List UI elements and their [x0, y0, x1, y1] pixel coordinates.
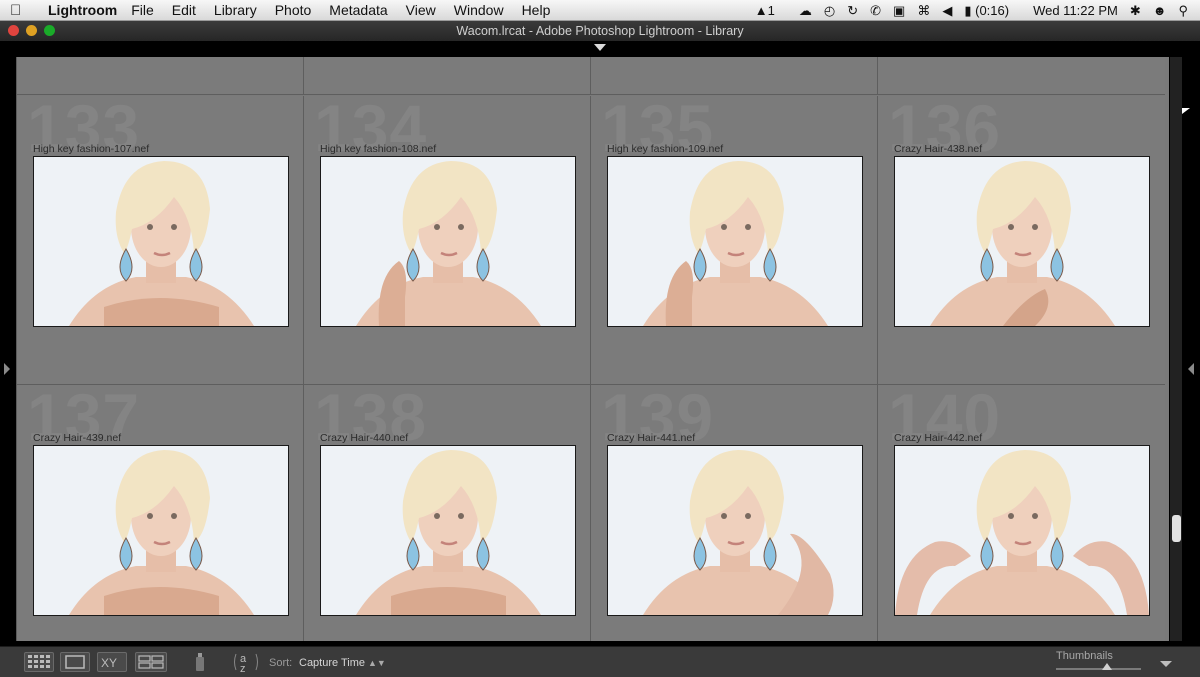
grid-cell[interactable]: 133 High key fashion-107.nef [17, 91, 304, 385]
menu-tray: ▲1 ☁ ◴ ↻ ✆ ▣ ⌘ ◀ ▮ (0:16) Wed 11:22 PM ✱… [755, 0, 1200, 21]
window-titlebar: Wacom.lrcat - Adobe Photoshop Lightroom … [0, 21, 1200, 41]
adobe-icon[interactable]: ▲1 [755, 3, 787, 18]
left-panel-toggle-icon[interactable] [4, 363, 10, 375]
menu-photo[interactable]: Photo [275, 2, 312, 18]
minimize-button[interactable] [26, 25, 37, 36]
grid-row: 133 High key fashion-107.nef 134 High key f… [17, 91, 1169, 385]
close-button[interactable] [8, 25, 19, 36]
cell-filename: Crazy Hair-441.nef [607, 432, 696, 444]
menu-window[interactable]: Window [454, 2, 504, 18]
photo-grid[interactable]: 133 High key fashion-107.nef 134 High key f… [16, 57, 1169, 641]
menu-library[interactable]: Library [214, 2, 257, 18]
spray-can-icon[interactable] [192, 651, 208, 676]
toolbar-menu-chevron-icon[interactable] [1160, 661, 1172, 667]
menu-bar:  Lightroom File Edit Library Photo Meta… [0, 0, 1200, 21]
mouse-cursor-icon [1182, 108, 1190, 114]
user-icon[interactable]: ☻ [1153, 3, 1167, 18]
adobe-count: 1 [767, 3, 775, 18]
bluetooth-icon[interactable]: ✱ [1130, 3, 1141, 19]
sort-chevron-icon[interactable]: ▲▼ [368, 658, 386, 668]
photo-thumbnail[interactable] [33, 445, 289, 616]
volume-icon[interactable]: ◀ [942, 3, 952, 19]
right-panel-toggle-icon[interactable] [1188, 363, 1194, 375]
menu-metadata[interactable]: Metadata [329, 2, 387, 18]
sync-icon[interactable]: ↻ [847, 3, 858, 19]
menu-view[interactable]: View [406, 2, 436, 18]
library-toolbar: XY az Sort: Capture Time ▲▼ Thumbnails [0, 646, 1200, 677]
cell-filename: High key fashion-107.nef [33, 143, 150, 155]
cell-filename: Crazy Hair-440.nef [320, 432, 409, 444]
thumbnail-size-slider[interactable] [1056, 668, 1141, 670]
grid-row: 137 Crazy Hair-439.nef 138 Crazy Hair-440.n… [17, 380, 1169, 641]
photo-thumbnail[interactable] [894, 445, 1150, 616]
photo-thumbnail[interactable] [607, 445, 863, 616]
zoom-button[interactable] [44, 25, 55, 36]
cell-filename: High key fashion-109.nef [607, 143, 724, 155]
grid-cell[interactable]: 140 Crazy Hair-442.nef [878, 380, 1165, 641]
cell-filename: Crazy Hair-438.nef [894, 143, 983, 155]
loupe-view-icon[interactable] [60, 652, 90, 672]
grid-cell[interactable]: 137 Crazy Hair-439.nef [17, 380, 304, 641]
spotlight-icon[interactable]: ⚲ [1178, 3, 1188, 19]
survey-view-icon[interactable] [135, 652, 167, 672]
cloud-icon[interactable]: ☁ [799, 3, 812, 19]
time-machine-icon[interactable]: ◴ [824, 3, 835, 19]
cell-filename: Crazy Hair-439.nef [33, 432, 122, 444]
window-title: Wacom.lrcat - Adobe Photoshop Lightroom … [456, 24, 744, 38]
menu-help[interactable]: Help [522, 2, 551, 18]
clock[interactable]: Wed 11:22 PM [1033, 3, 1118, 18]
top-panel-toggle-icon[interactable] [594, 44, 606, 51]
app-menu[interactable]: Lightroom [48, 2, 117, 18]
wifi-icon[interactable]: ⌘ [917, 3, 930, 19]
grid-cell[interactable]: 138 Crazy Hair-440.nef [304, 380, 591, 641]
grid-scrollbar[interactable] [1170, 57, 1182, 641]
window-controls [8, 25, 55, 36]
photo-thumbnail[interactable] [33, 156, 289, 327]
sort-direction-icon[interactable]: az [232, 650, 262, 677]
grid-cell[interactable]: 135 High key fashion-109.nef [591, 91, 878, 385]
svg-text:XY: XY [101, 656, 117, 670]
compare-view-icon[interactable]: XY [97, 652, 127, 672]
cell-filename: High key fashion-108.nef [320, 143, 437, 155]
menu-edit[interactable]: Edit [172, 2, 196, 18]
photo-thumbnail[interactable] [607, 156, 863, 327]
photo-thumbnail[interactable] [320, 156, 576, 327]
sort-select[interactable]: Capture Time [299, 657, 365, 669]
menu-file[interactable]: File [131, 2, 154, 18]
photo-thumbnail[interactable] [320, 445, 576, 616]
apple-icon[interactable]:  [10, 2, 36, 19]
slider-knob-icon[interactable] [1102, 663, 1112, 670]
grid-cell[interactable]: 139 Crazy Hair-441.nef [591, 380, 878, 641]
grid-view-icon[interactable] [24, 652, 54, 672]
battery-time: (0:16) [975, 2, 1010, 18]
svg-text:z: z [240, 663, 246, 674]
grid-cell[interactable]: 136 Crazy Hair-438.nef [878, 91, 1165, 385]
cell-filename: Crazy Hair-442.nef [894, 432, 983, 444]
grid-cell[interactable]: 134 High key fashion-108.nef [304, 91, 591, 385]
grid-rows: 133 High key fashion-107.nef 134 High key f… [17, 91, 1169, 641]
phone-icon[interactable]: ✆ [870, 3, 881, 19]
battery-icon[interactable]: ▮ (0:16) [964, 3, 1021, 19]
photo-thumbnail[interactable] [894, 156, 1150, 327]
scrollbar-thumb[interactable] [1172, 515, 1181, 542]
sort-label: Sort: [269, 657, 293, 669]
thumbnails-label: Thumbnails [1056, 650, 1113, 662]
display-icon[interactable]: ▣ [893, 3, 905, 19]
